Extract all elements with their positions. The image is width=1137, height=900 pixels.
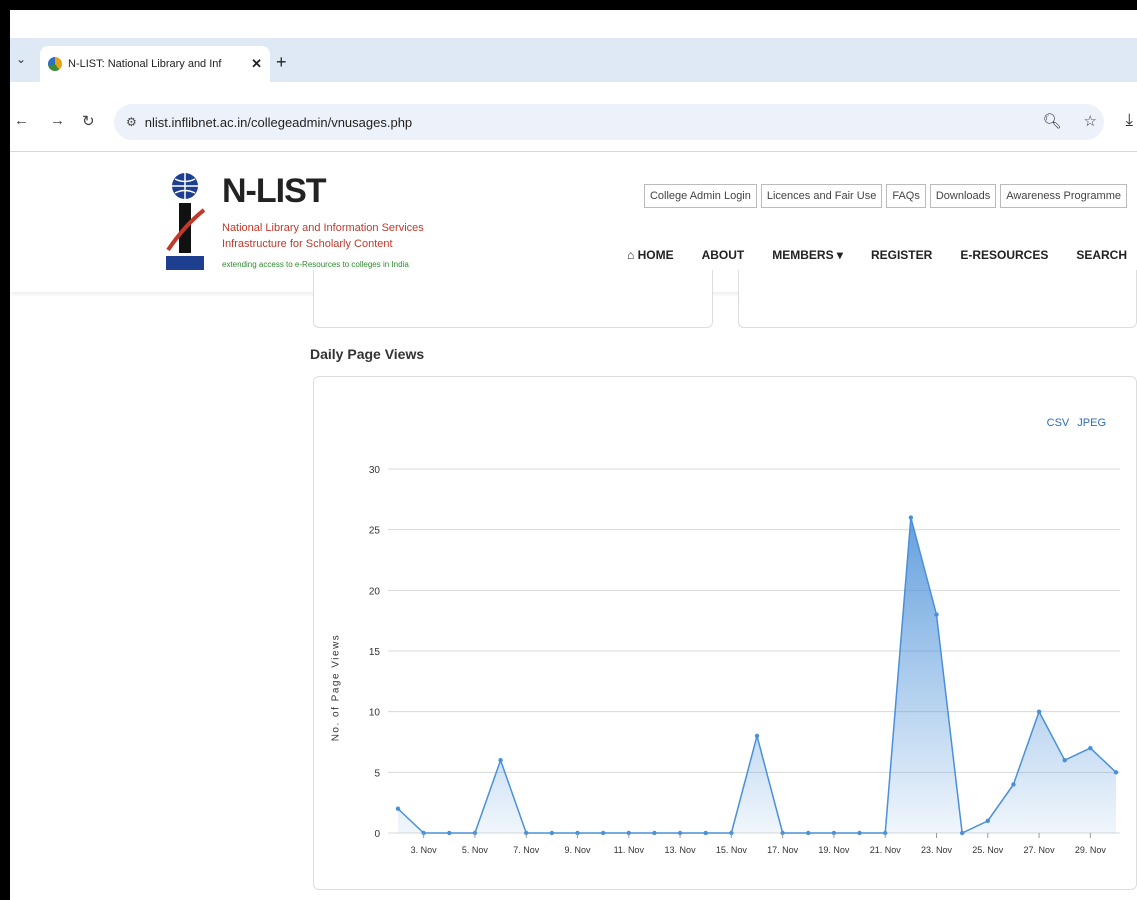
new-tab-icon[interactable]: +	[276, 52, 287, 73]
x-tick-label: 19. Nov	[818, 845, 850, 855]
stats-card-left	[313, 270, 713, 328]
data-point	[600, 830, 606, 836]
awareness-programme-link[interactable]: Awareness Programme	[1000, 184, 1127, 208]
data-point	[754, 733, 760, 739]
data-point	[447, 830, 452, 836]
faqs-link[interactable]: FAQs	[886, 184, 926, 208]
nav-e-resources[interactable]: E-RESOURCES	[960, 248, 1048, 262]
data-point	[934, 612, 939, 617]
x-tick-label: 13. Nov	[665, 845, 697, 855]
data-point	[703, 830, 708, 836]
data-point	[1062, 758, 1067, 763]
data-point	[985, 818, 990, 824]
brand-subtitle-2: Infrastructure for Scholarly Content	[222, 238, 393, 250]
y-tick-label: 5	[374, 768, 380, 779]
x-tick-label: 23. Nov	[921, 845, 953, 855]
data-point	[908, 515, 914, 520]
nav-register[interactable]: REGISTER	[871, 248, 932, 262]
data-point	[959, 830, 965, 836]
back-icon[interactable]: ←	[14, 112, 29, 129]
x-tick-label: 17. Nov	[767, 845, 799, 855]
downloads-link[interactable]: Downloads	[929, 184, 997, 208]
inflibnet-emblem-icon	[166, 173, 206, 270]
favicon-icon	[48, 57, 62, 71]
home-icon: ⌂	[627, 248, 638, 262]
daily-page-views-chart: 0 5 10 15 20 25 30 3. Nov 5. Nov 7. Nov 9. Nov 11. …	[369, 465, 1120, 855]
reload-icon[interactable]: ↻	[82, 112, 95, 130]
data-point	[498, 758, 503, 763]
browser-toolbar: ← → ↻ ⚙ nlist.inflibnet.ac.in/collegeadm…	[10, 82, 1137, 152]
nav-home-label: HOME	[637, 248, 674, 262]
tab-search-chevron-icon[interactable]: ⌄	[16, 52, 26, 66]
x-tick-label: 5. Nov	[462, 845, 489, 855]
address-bar[interactable]: ⚙ nlist.inflibnet.ac.in/collegeadmin/vnu…	[114, 104, 1104, 140]
x-tick-label: 21. Nov	[870, 845, 902, 855]
licences-link[interactable]: Licences and Fair Use	[760, 184, 883, 208]
browser-tab[interactable]: N-LIST: National Library and Inf ✕	[40, 46, 270, 82]
brand-subtitle-1: National Library and Information Service…	[222, 222, 424, 234]
x-tick-label: 15. Nov	[716, 845, 748, 855]
x-tick-label: 11. Nov	[614, 845, 645, 855]
x-tick-label: 7. Nov	[513, 845, 540, 855]
data-point	[1011, 782, 1016, 787]
data-point	[395, 806, 401, 811]
x-tick-label: 9. Nov	[564, 845, 591, 855]
chart-card: CSV JPEG No. of Page Views 0 5 10 15 20 25 30 3…	[313, 376, 1137, 890]
url-text: nlist.inflibnet.ac.in/collegeadmin/vnusa…	[144, 114, 413, 130]
nav-about[interactable]: ABOUT	[702, 248, 745, 262]
y-tick-label: 20	[369, 586, 381, 597]
y-tick-label: 15	[369, 647, 381, 658]
x-tick-label: 27. Nov	[1024, 845, 1056, 855]
y-tick-label: 0	[374, 829, 380, 840]
data-point	[652, 830, 657, 836]
site-info-icon[interactable]: ⚙	[126, 115, 137, 129]
close-icon[interactable]: ✕	[251, 56, 262, 72]
data-point	[806, 830, 811, 836]
x-tick-label: 25. Nov	[972, 845, 1004, 855]
top-links: College Admin Login Licences and Fair Us…	[643, 184, 1127, 208]
data-point	[1088, 745, 1093, 751]
y-tick-label: 10	[369, 708, 381, 719]
x-tick-label: 3. Nov	[411, 845, 438, 855]
brand-title[interactable]: N-LIST	[222, 172, 327, 211]
nav-home[interactable]: ⌂ HOME	[627, 248, 674, 262]
data-point	[1113, 770, 1119, 775]
main-nav: ⌂ HOME ABOUT MEMBERS ▾ REGISTER E-RESOUR…	[627, 248, 1127, 262]
data-point	[549, 830, 555, 836]
nav-search[interactable]: SEARCH	[1076, 248, 1127, 262]
y-tick-label: 30	[369, 465, 381, 476]
bookmark-star-icon[interactable]: ☆	[1084, 112, 1097, 130]
data-point	[1036, 709, 1042, 714]
zoom-icon[interactable]: 🔍︎	[1043, 112, 1062, 130]
screen: ⌄ N-LIST: National Library and Inf ✕ + ←…	[10, 10, 1137, 900]
tab-title: N-LIST: National Library and Inf	[68, 58, 222, 70]
stats-card-right	[738, 270, 1137, 328]
data-point	[857, 830, 862, 836]
section-title: Daily Page Views	[310, 346, 425, 362]
area-fill	[398, 517, 1116, 833]
nav-members[interactable]: MEMBERS ▾	[772, 248, 843, 262]
y-tick-label: 25	[369, 526, 381, 537]
download-icon[interactable]: ⤓	[1125, 110, 1133, 130]
tab-strip: ⌄ N-LIST: National Library and Inf ✕ +	[10, 38, 1137, 82]
brand-tagline: extending access to e-Resources to colle…	[222, 260, 409, 269]
x-tick-label: 29. Nov	[1075, 845, 1107, 855]
college-admin-login-link[interactable]: College Admin Login	[643, 184, 757, 208]
forward-icon[interactable]: →	[50, 112, 65, 129]
